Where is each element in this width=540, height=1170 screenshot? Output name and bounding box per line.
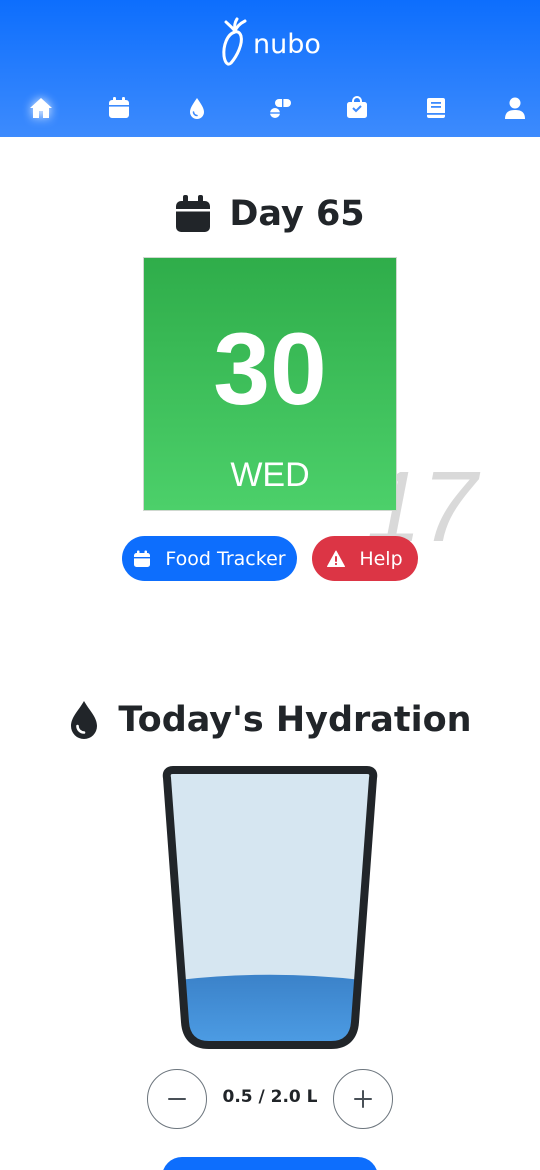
day-heading: Day 65 xyxy=(0,188,540,240)
increase-water-button[interactable] xyxy=(333,1069,393,1129)
calendar-icon xyxy=(176,195,211,232)
food-tracker-button[interactable]: Food Tracker xyxy=(122,536,297,581)
nav-supplements[interactable] xyxy=(258,86,302,130)
hydration-title: Today's Hydration xyxy=(118,700,472,740)
hydration-action-button[interactable] xyxy=(162,1157,378,1170)
water-drop-icon xyxy=(190,98,204,119)
shopping-bag-icon xyxy=(347,96,367,118)
nav-recipes[interactable] xyxy=(414,86,458,130)
hydration-value: 0.5 / 2.0 L xyxy=(222,1087,318,1107)
help-button[interactable]: Help xyxy=(312,536,418,581)
food-tracker-label: Food Tracker xyxy=(165,547,286,570)
nav-shop[interactable] xyxy=(335,86,379,130)
calendar-icon xyxy=(134,550,151,567)
minus-icon xyxy=(168,1098,186,1100)
brand-logo[interactable]: nubo xyxy=(0,14,540,70)
nav-hydration[interactable] xyxy=(175,86,219,130)
hydration-stepper: 0.5 / 2.0 L xyxy=(0,1069,540,1129)
day-title: Day 65 xyxy=(229,194,365,234)
hydration-heading: Today's Hydration xyxy=(0,694,540,746)
nav-calendar[interactable] xyxy=(97,86,141,130)
date-weekday: WED xyxy=(230,456,310,494)
brand-name: nubo xyxy=(253,28,321,60)
water-glass[interactable] xyxy=(160,760,380,1054)
carrot-logo-icon xyxy=(222,17,247,66)
calendar-icon xyxy=(109,97,129,118)
nav-profile[interactable] xyxy=(493,86,537,130)
home-icon xyxy=(30,98,52,118)
main-nav xyxy=(0,86,540,130)
pills-icon xyxy=(270,99,291,118)
book-icon xyxy=(427,98,445,118)
app-header: nubo xyxy=(0,0,540,137)
decrease-water-button[interactable] xyxy=(147,1069,207,1129)
nav-home[interactable] xyxy=(19,86,63,130)
user-icon xyxy=(505,97,525,119)
date-number: 30 xyxy=(213,312,327,426)
warning-icon xyxy=(327,550,346,567)
water-drop-icon xyxy=(71,701,98,739)
plus-icon xyxy=(354,1090,372,1108)
help-label: Help xyxy=(359,547,403,570)
